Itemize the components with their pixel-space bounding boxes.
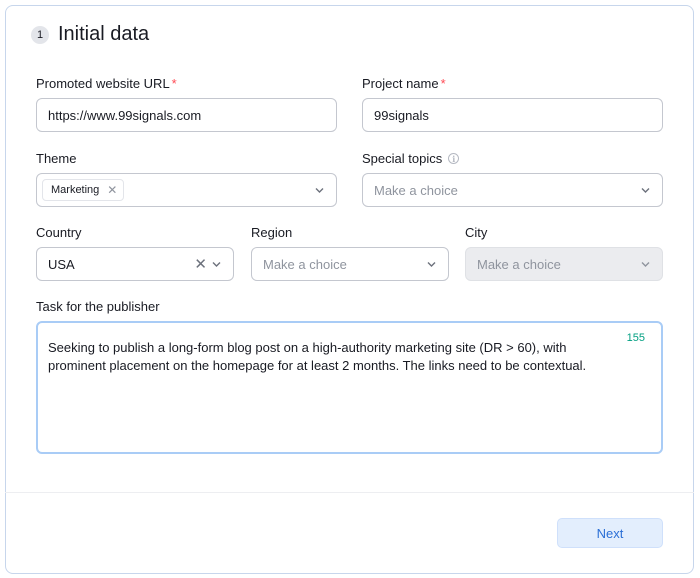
- url-label-text: Promoted website URL: [36, 76, 170, 91]
- theme-tag: Marketing ✕: [42, 179, 125, 201]
- url-input[interactable]: https://www.99signals.com: [36, 98, 337, 132]
- city-select: Make a choice: [465, 247, 663, 281]
- project-name-label: Project name *: [362, 76, 446, 91]
- city-label-text: City: [465, 225, 488, 240]
- task-textarea[interactable]: 155 Seeking to publish a long-form blog …: [36, 321, 663, 454]
- url-input-value: https://www.99signals.com: [48, 107, 202, 123]
- country-select-value: USA: [48, 256, 75, 272]
- region-select[interactable]: Make a choice: [251, 247, 449, 281]
- country-label: Country: [36, 225, 82, 240]
- chevron-down-icon[interactable]: [426, 259, 437, 270]
- city-placeholder: Make a choice: [477, 256, 561, 272]
- chevron-down-icon[interactable]: [640, 185, 651, 196]
- section-title: Initial data: [58, 23, 150, 45]
- task-textarea-value: Seeking to publish a long-form blog post…: [48, 340, 587, 373]
- close-icon[interactable]: ✕: [107, 183, 117, 197]
- chevron-down-icon[interactable]: [211, 259, 222, 270]
- project-name-input[interactable]: 99signals: [362, 98, 663, 132]
- section-header: 1 Initial data: [31, 23, 149, 46]
- task-label: Task for the publisher: [36, 299, 160, 314]
- city-label: City: [465, 225, 487, 240]
- region-placeholder: Make a choice: [263, 256, 347, 272]
- character-counter: 155: [626, 332, 645, 344]
- required-asterisk: *: [171, 76, 177, 91]
- theme-label: Theme: [36, 151, 76, 166]
- theme-select[interactable]: Marketing ✕: [36, 173, 337, 207]
- special-topics-label-text: Special topics: [362, 151, 443, 166]
- required-asterisk: *: [440, 76, 446, 91]
- region-label: Region: [251, 225, 292, 240]
- project-name-input-value: 99signals: [374, 107, 429, 123]
- next-button[interactable]: Next: [557, 518, 663, 548]
- task-label-text: Task for the publisher: [36, 299, 160, 314]
- url-label: Promoted website URL *: [36, 76, 177, 91]
- theme-tag-label: Marketing: [51, 184, 100, 196]
- region-label-text: Region: [251, 225, 293, 240]
- theme-label-text: Theme: [36, 151, 77, 166]
- project-name-label-text: Project name: [362, 76, 439, 91]
- country-select[interactable]: USA ✕: [36, 247, 234, 281]
- chevron-down-icon[interactable]: [314, 185, 325, 196]
- chevron-down-icon: [640, 259, 651, 270]
- special-topics-label: Special topics i: [362, 151, 460, 166]
- close-icon[interactable]: ✕: [194, 255, 207, 273]
- step-number-badge: 1: [31, 25, 49, 44]
- info-icon[interactable]: i: [448, 153, 460, 164]
- special-topics-placeholder: Make a choice: [374, 182, 458, 198]
- special-topics-select[interactable]: Make a choice: [362, 173, 663, 207]
- country-label-text: Country: [36, 225, 82, 240]
- footer-divider: [5, 492, 694, 493]
